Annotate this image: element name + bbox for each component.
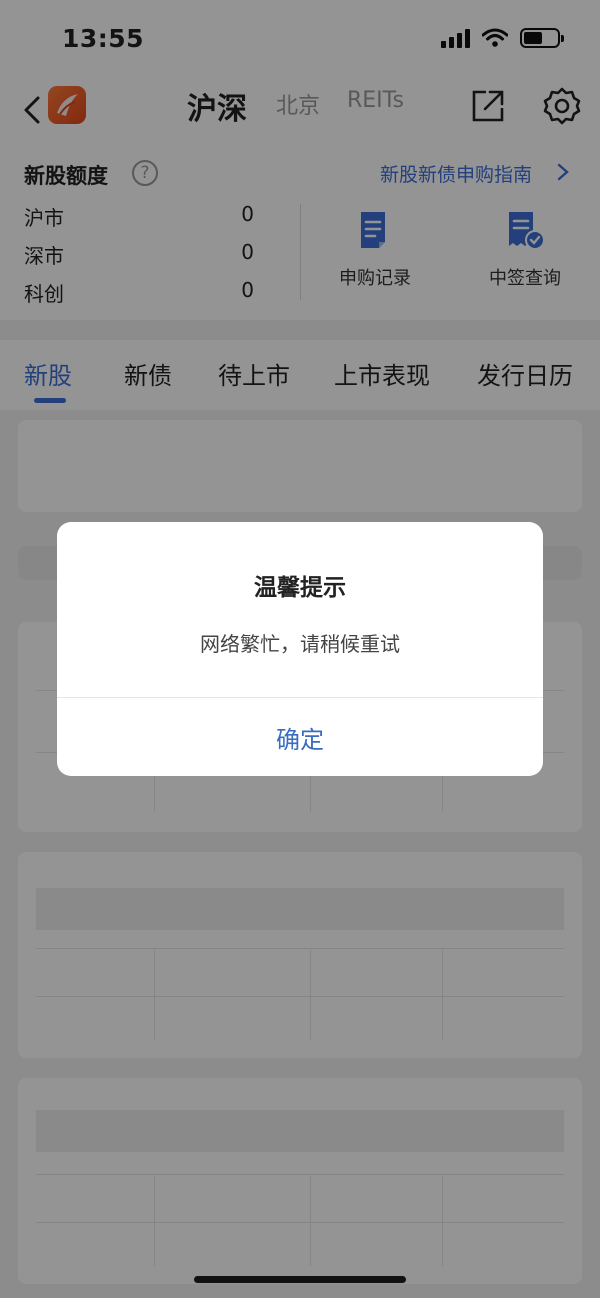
dialog-title: 温馨提示: [254, 575, 346, 601]
confirm-button[interactable]: 确定: [57, 698, 543, 776]
alert-dialog: 温馨提示 网络繁忙，请稍候重试 确定: [57, 522, 543, 776]
home-indicator[interactable]: [194, 1276, 406, 1283]
dialog-message: 网络繁忙，请稍候重试: [200, 632, 400, 656]
